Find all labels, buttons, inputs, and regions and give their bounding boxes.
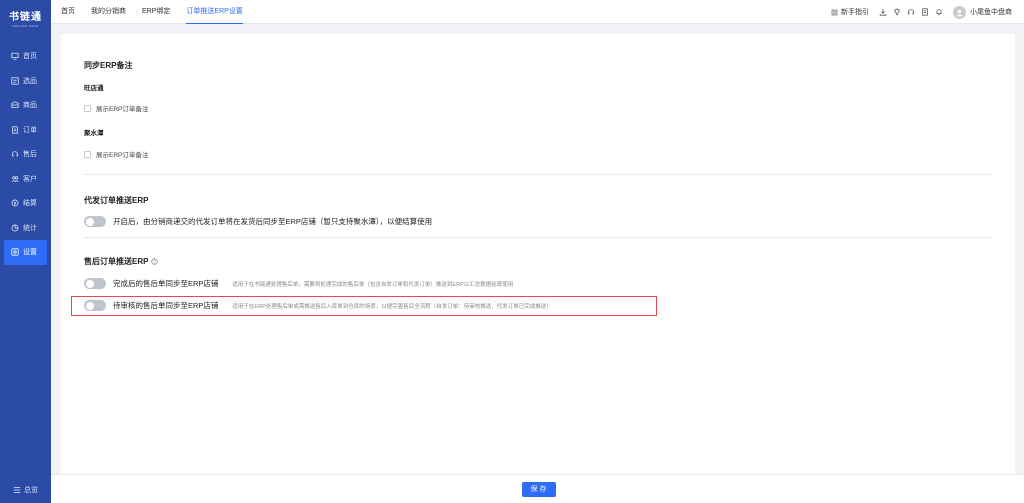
- sidebar-item-label: 选品: [23, 77, 37, 85]
- brand-sub: SHULIAN TONG: [12, 24, 39, 28]
- brand-name: 书链通: [9, 12, 42, 23]
- sidebar-item-label: 订单: [23, 126, 37, 134]
- book-icon: [831, 9, 838, 15]
- header-actions: 新手指引 小尾鱼中盘商: [831, 0, 1012, 24]
- footer-bar: 保 存: [51, 474, 1024, 503]
- overview-toggle[interactable]: 总览: [0, 485, 51, 495]
- help-icon[interactable]: [151, 258, 159, 265]
- aftersale-pending-desc: 适用于在ERP处理售后单或需推送售后入库单到仓库的场景，以便完善售后全流程（自发…: [232, 303, 552, 310]
- guide-button[interactable]: 新手指引: [831, 7, 869, 17]
- dropship-title: 代发订单推送ERP: [84, 196, 149, 205]
- sidebar-item-select[interactable]: 选品: [0, 69, 51, 94]
- sidebar-item-label: 结算: [23, 200, 37, 208]
- document-icon[interactable]: [921, 8, 929, 16]
- sidebar-item-label: 售后: [23, 151, 37, 159]
- headset-icon[interactable]: [907, 8, 915, 16]
- tab-my-distributors[interactable]: 我的分销商: [91, 0, 126, 24]
- tab-erp-binding[interactable]: ERP绑定: [142, 0, 170, 24]
- sidebar-item-label: 客户: [23, 175, 37, 183]
- customer-icon: [11, 175, 19, 183]
- settings-panel: 同步ERP备注 旺店通 展示ERP订单备注 聚水潭 展示ERP订单备注 代发订单…: [61, 34, 1015, 474]
- chart-icon: [11, 224, 19, 232]
- aftersale-completed-switch[interactable]: [84, 278, 106, 289]
- aftersale-completed-desc: 适用于在书链通处理售后单，需要将处理完成的售后单（包含自发订单和代发订单）推送到…: [232, 281, 514, 288]
- sidebar-item-label: 设置: [23, 249, 37, 257]
- top-header: 首页 我的分销商 ERP绑定 订单推送ERP设置 新手指引 小尾鱼中盘商: [51, 0, 1024, 24]
- checkbox-box[interactable]: [84, 104, 91, 112]
- sidebar-item-order[interactable]: 订单: [0, 118, 51, 143]
- dropship-push-row: 开启后，由分销商递交的代发订单将在发货后同步至ERP店铺（暂只支持聚水潭），以便…: [84, 216, 432, 227]
- sidebar-item-aftersale[interactable]: 售后: [0, 142, 51, 167]
- aftersale-pending-row: 待审核的售后单同步至ERP店铺 适用于在ERP处理售后单或需推送售后入库单到仓库…: [84, 300, 552, 311]
- headset-icon: [11, 150, 19, 158]
- tab-home[interactable]: 首页: [61, 0, 75, 24]
- checkbox-label: 展示ERP订单备注: [96, 152, 149, 159]
- jushuitan-show-erp-note-checkbox[interactable]: 展示ERP订单备注: [84, 149, 148, 159]
- select-icon: [11, 77, 19, 85]
- sidebar-item-label: 统计: [23, 224, 37, 232]
- checkbox-label: 展示ERP订单备注: [96, 106, 149, 113]
- checkbox-box[interactable]: [84, 150, 91, 158]
- wangdiantong-show-erp-note-checkbox[interactable]: 展示ERP订单备注: [84, 103, 148, 113]
- settings-icon: [11, 248, 19, 256]
- user-menu[interactable]: 小尾鱼中盘商: [953, 5, 1012, 19]
- sync-erp-title: 同步ERP备注: [84, 61, 133, 70]
- top-tabs: 首页 我的分销商 ERP绑定 订单推送ERP设置: [61, 0, 259, 24]
- sidebar-item-goods[interactable]: 商品: [0, 93, 51, 118]
- sidebar-item-home[interactable]: 首页: [0, 44, 51, 69]
- sidebar-nav: 首页 选品 商品 订单 售后 客户 结算 统计 设置: [0, 44, 51, 265]
- aftersale-pending-label: 待审核的售后单同步至ERP店铺: [113, 301, 219, 310]
- aftersale-pending-switch[interactable]: [84, 300, 106, 311]
- settle-icon: [11, 199, 19, 207]
- aftersale-title-text: 售后订单推送ERP: [84, 257, 149, 266]
- download-icon[interactable]: [879, 8, 887, 16]
- aftersale-completed-row: 完成后的售后单同步至ERP店铺 适用于在书链通处理售后单，需要将处理完成的售后单…: [84, 278, 513, 289]
- sidebar-item-settle[interactable]: 结算: [0, 191, 51, 216]
- menu-icon: [13, 486, 21, 494]
- avatar: [953, 5, 966, 19]
- sidebar-item-customer[interactable]: 客户: [0, 167, 51, 192]
- goods-icon: [11, 101, 19, 109]
- sidebar: 书链通 SHULIAN TONG 首页 选品 商品 订单 售后 客户 结算 统计…: [0, 0, 51, 503]
- user-name: 小尾鱼中盘商: [970, 9, 1012, 16]
- erp-jushuitan-title: 聚水潭: [84, 130, 104, 137]
- sidebar-item-label: 首页: [23, 53, 37, 61]
- guide-label: 新手指引: [841, 9, 869, 16]
- user-icon: [956, 9, 963, 16]
- aftersale-completed-label: 完成后的售后单同步至ERP店铺: [113, 279, 219, 288]
- sidebar-item-label: 商品: [23, 102, 37, 110]
- save-button[interactable]: 保 存: [521, 481, 556, 497]
- dropship-push-switch[interactable]: [84, 216, 106, 227]
- section-divider: [84, 174, 992, 175]
- erp-wangdiantong-title: 旺店通: [84, 85, 104, 92]
- diamond-icon[interactable]: [893, 8, 901, 16]
- sidebar-item-stats[interactable]: 统计: [0, 216, 51, 241]
- monitor-icon: [11, 52, 19, 60]
- aftersale-title: 售后订单推送ERP: [84, 256, 159, 267]
- tab-order-push-erp-settings[interactable]: 订单推送ERP设置: [186, 0, 243, 24]
- section-divider: [84, 237, 992, 238]
- bell-icon[interactable]: [935, 8, 943, 16]
- dropship-push-label: 开启后，由分销商递交的代发订单将在发货后同步至ERP店铺（暂只支持聚水潭），以便…: [113, 217, 433, 226]
- order-icon: [11, 126, 19, 134]
- overview-label: 总览: [24, 487, 38, 494]
- brand-logo[interactable]: 书链通 SHULIAN TONG: [0, 0, 51, 36]
- sidebar-item-settings[interactable]: 设置: [4, 240, 47, 265]
